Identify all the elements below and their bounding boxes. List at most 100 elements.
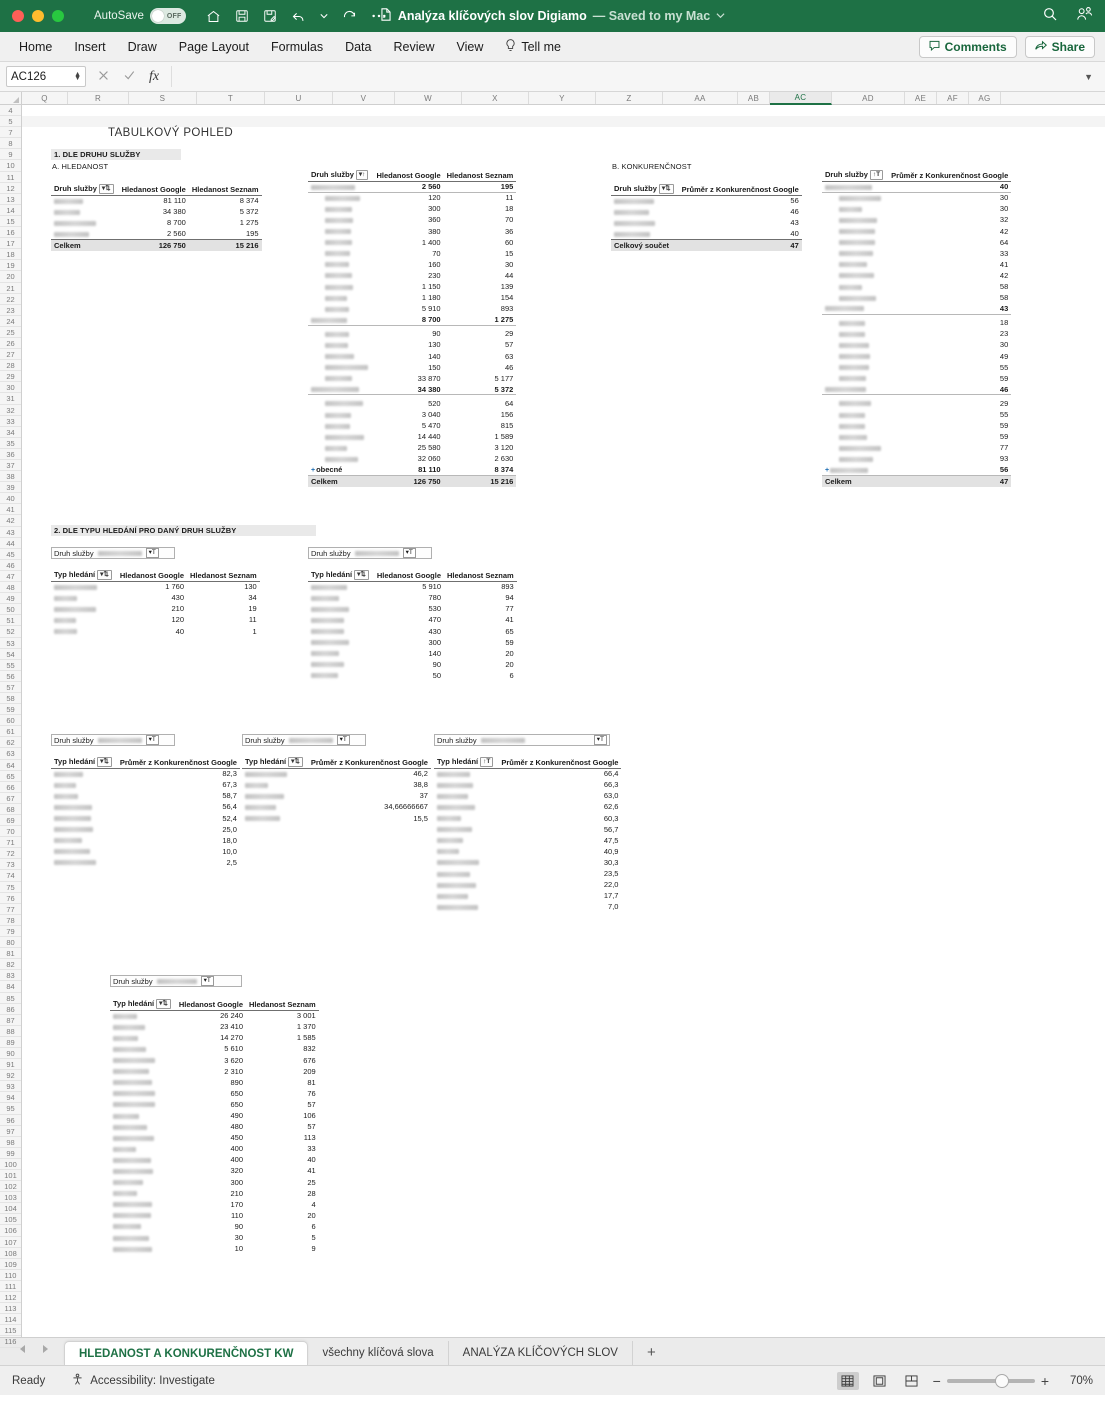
table-row[interactable]: 42	[822, 225, 1011, 236]
table-row[interactable]: 90 6	[110, 1221, 319, 1232]
col-prumer-konkurencnost[interactable]: Průměr z Konkurenčnost Google	[117, 757, 240, 768]
table-row[interactable]: 25,0	[51, 824, 240, 835]
row-header-31[interactable]: 31	[0, 393, 21, 404]
column-header-y[interactable]: Y	[529, 92, 596, 104]
row-header-85[interactable]: 85	[0, 993, 21, 1004]
row-header-84[interactable]: 84	[0, 981, 21, 992]
table-row[interactable]: 34,66666667	[242, 801, 431, 812]
slicer-filter-icon[interactable]: ▾T	[594, 735, 607, 745]
table-row[interactable]: 400 33	[110, 1143, 319, 1154]
pivot-table[interactable]: Typ hledání ▾⇅ Hledanost Google Hledanost…	[51, 570, 260, 637]
col-hledanost-google[interactable]: Hledanost Google	[176, 999, 246, 1010]
table-row[interactable]: 120 11	[308, 192, 516, 203]
row-header-78[interactable]: 78	[0, 915, 21, 926]
table-row[interactable]: 430 34	[51, 592, 260, 603]
table-row[interactable]: 40,9	[434, 846, 621, 857]
table-row[interactable]: 55	[822, 362, 1011, 373]
table-row[interactable]: 37	[242, 790, 431, 801]
row-header-90[interactable]: 90	[0, 1048, 21, 1059]
title-chevron-icon[interactable]	[716, 9, 725, 23]
table-konkurencnost-detail[interactable]: Druh služby ↑T Průměr z Konkurenčnost Goo…	[822, 170, 1011, 487]
col-typ-hledani[interactable]: Typ hledání ▾⇅	[51, 570, 117, 581]
table-row[interactable]: 10,0	[51, 846, 240, 857]
row-header-40[interactable]: 40	[0, 493, 21, 504]
table-row[interactable]: 70 15	[308, 248, 516, 259]
tab-home[interactable]: Home	[8, 36, 63, 58]
table-row[interactable]: 42	[822, 270, 1011, 281]
row-header-42[interactable]: 42	[0, 515, 21, 526]
table-konkurence-1[interactable]: Typ hledání ▾⇅ Průměr z Konkurenčnost Goo…	[51, 757, 240, 868]
row-header-88[interactable]: 88	[0, 1026, 21, 1037]
row-header-15[interactable]: 15	[0, 216, 21, 227]
table-row[interactable]: 300 59	[308, 637, 517, 648]
column-header-af[interactable]: AF	[937, 92, 969, 104]
table-row[interactable]: 650 57	[110, 1099, 319, 1110]
table-row[interactable]: 59	[822, 373, 1011, 384]
row-header-65[interactable]: 65	[0, 771, 21, 782]
row-header-47[interactable]: 47	[0, 571, 21, 582]
select-all-corner[interactable]	[0, 92, 22, 104]
pivot-table[interactable]: Typ hledání ▾⇅ Hledanost Google Hledanost…	[110, 999, 319, 1254]
zoom-slider[interactable]: − +	[933, 1376, 1049, 1386]
tab-data[interactable]: Data	[334, 36, 382, 58]
formula-input[interactable]	[171, 66, 1084, 87]
column-header-ag[interactable]: AG	[969, 92, 1001, 104]
row-header-94[interactable]: 94	[0, 1092, 21, 1103]
table-konkurence-3[interactable]: Typ hledání ↑T Průměr z Konkurenčnost Goo…	[434, 757, 621, 912]
group-label-cell[interactable]	[822, 384, 888, 395]
row-header-37[interactable]: 37	[0, 460, 21, 471]
table-row[interactable]: 30 5	[110, 1232, 319, 1243]
row-header-110[interactable]: 110	[0, 1270, 21, 1281]
row-header-18[interactable]: 18	[0, 249, 21, 260]
row-header-16[interactable]: 16	[0, 227, 21, 238]
pivot-table[interactable]: Typ hledání ↑T Průměr z Konkurenčnost Goo…	[434, 757, 621, 912]
page-break-icon[interactable]	[901, 1372, 923, 1390]
table-row[interactable]: 780 94	[308, 592, 517, 603]
table-row[interactable]: 52,4	[51, 812, 240, 823]
row-header-4[interactable]: 4	[0, 105, 21, 116]
table-typ-hledani-1[interactable]: Typ hledání ▾⇅ Hledanost Google Hledanost…	[51, 570, 260, 637]
col-hledanost-seznam[interactable]: Hledanost Seznam	[246, 999, 319, 1010]
ribbon-tab-bar[interactable]: Home Insert Draw Page Layout Formulas Da…	[0, 32, 1105, 62]
table-row[interactable]: 23	[822, 328, 1011, 339]
table-row[interactable]: 3 620 676	[110, 1054, 319, 1065]
confirm-icon[interactable]	[123, 68, 135, 86]
table-row[interactable]: 55	[822, 409, 1011, 420]
autosave-control[interactable]: AutoSave OFF	[94, 8, 186, 24]
row-header-38[interactable]: 38	[0, 471, 21, 482]
slicer-druh-sluzby-5[interactable]: Druh služby ▾T	[434, 734, 610, 746]
table-row[interactable]: 90 29	[308, 328, 516, 339]
row-header-114[interactable]: 114	[0, 1314, 21, 1325]
row-header-36[interactable]: 36	[0, 449, 21, 460]
table-row[interactable]: 650 76	[110, 1088, 319, 1099]
next-sheet-icon[interactable]	[40, 1341, 50, 1359]
titlebar-right-actions[interactable]	[1042, 6, 1093, 27]
slicer-druh-sluzby-1[interactable]: Druh služby ▾T	[51, 547, 175, 559]
table-row[interactable]: 380 36	[308, 225, 516, 236]
tab-insert[interactable]: Insert	[63, 36, 116, 58]
table-row[interactable]: 3 040 156	[308, 409, 516, 420]
formula-bar-controls[interactable]: fx	[86, 68, 171, 86]
col-prumer-konkurencnost[interactable]: Průměr z Konkurenčnost Google	[498, 757, 621, 768]
table-row[interactable]: 450 113	[110, 1132, 319, 1143]
row-header-17[interactable]: 17	[0, 238, 21, 249]
row-header-92[interactable]: 92	[0, 1070, 21, 1081]
table-row[interactable]: 300 25	[110, 1177, 319, 1188]
row-header-111[interactable]: 111	[0, 1281, 21, 1292]
row-header-54[interactable]: 54	[0, 649, 21, 660]
column-header-ad[interactable]: AD	[832, 92, 905, 104]
row-header-91[interactable]: 91	[0, 1059, 21, 1070]
group-header-row[interactable]: 43	[822, 303, 1011, 314]
table-row[interactable]: 110 20	[110, 1210, 319, 1221]
group-label-cell[interactable]: +	[822, 464, 888, 475]
page-layout-icon[interactable]	[869, 1372, 891, 1390]
table-row[interactable]: 46	[611, 206, 802, 217]
row-header-83[interactable]: 83	[0, 970, 21, 981]
tab-page-layout[interactable]: Page Layout	[168, 36, 260, 58]
tab-formulas[interactable]: Formulas	[260, 36, 334, 58]
row-header-112[interactable]: 112	[0, 1292, 21, 1303]
row-header-87[interactable]: 87	[0, 1015, 21, 1026]
table-row[interactable]: 2 560 195	[51, 228, 262, 239]
sort-filter-button-icon[interactable]: ▾↑	[356, 170, 369, 180]
save-icon[interactable]	[235, 9, 249, 23]
